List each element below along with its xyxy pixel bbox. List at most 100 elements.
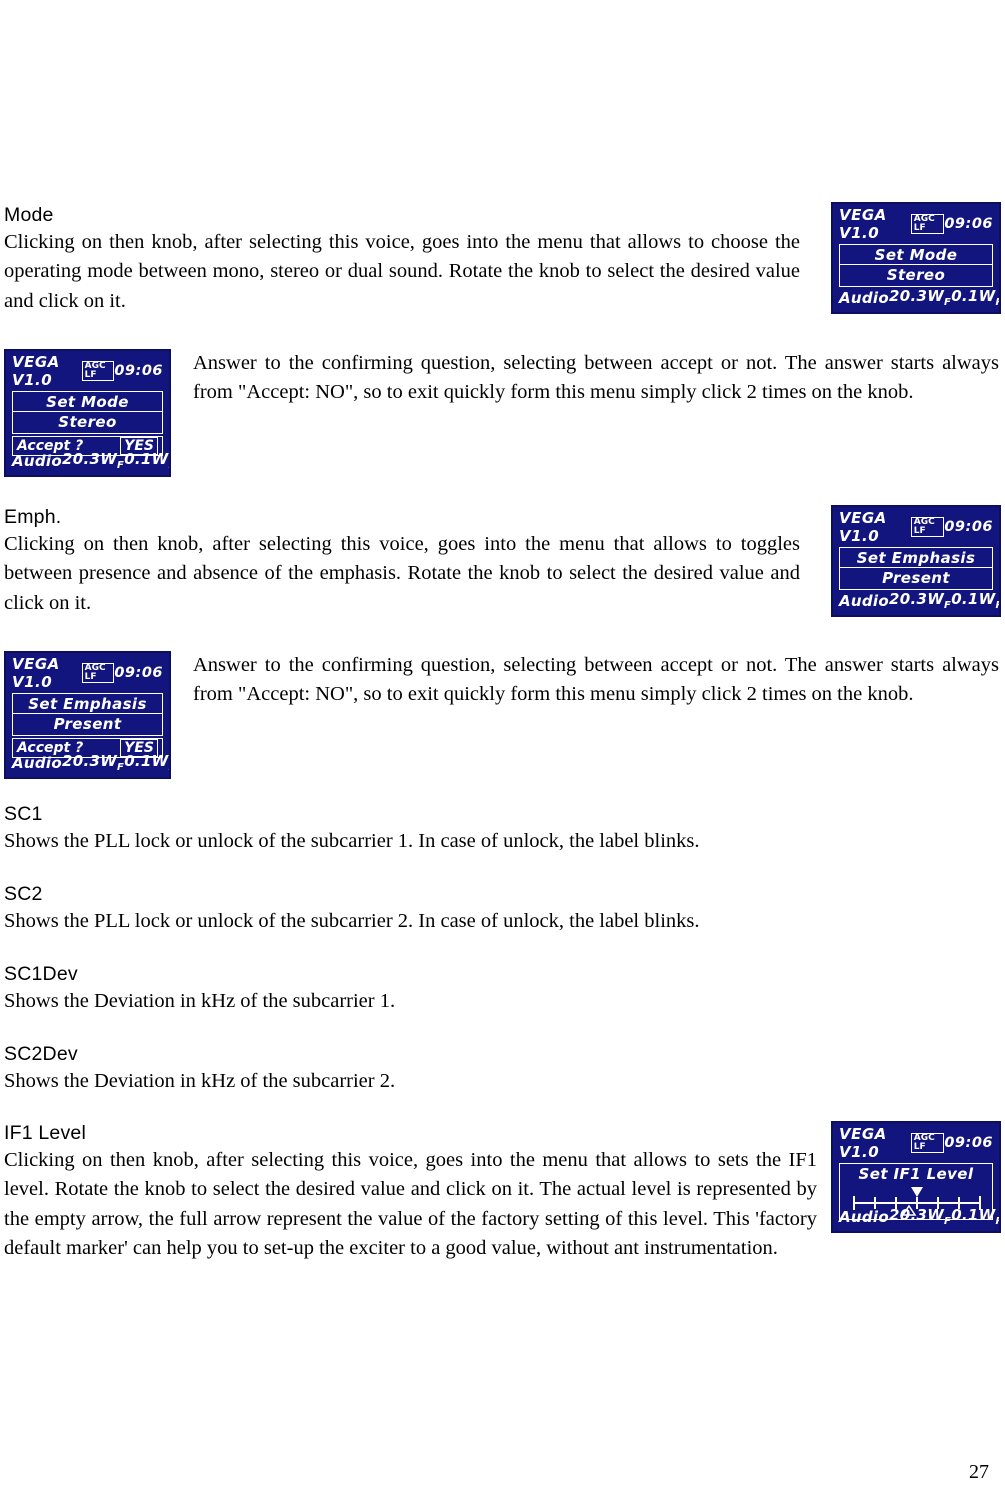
lcd-power-fwd-sub: F	[117, 460, 125, 471]
lcd-footer-bar: Audio 20.3WF 0.1WR	[833, 287, 999, 310]
lcd-brand: VEGA V1.0	[839, 1125, 887, 1161]
section-body-emphasis: Clicking on then knob, after selecting t…	[4, 533, 800, 614]
lcd-power-fwd-value: 20.3W	[888, 287, 945, 305]
section-sc1dev: SC1Dev Shows the Deviation in kHz of the…	[4, 962, 904, 1016]
agc-indicator: AGC LF	[910, 516, 945, 538]
lcd-power-fwd: 20.3WF	[889, 590, 951, 611]
lcd-menu-value: Stereo	[13, 411, 162, 433]
lcd-audio-label: Audio	[839, 288, 889, 307]
lcd-power-fwd-value: 20.3W	[61, 450, 118, 468]
section-heading-sc2dev: SC2Dev	[4, 1043, 78, 1065]
section-emphasis: Emph. Clicking on then knob, after selec…	[4, 505, 804, 618]
document-page: Mode Clicking on then knob, after select…	[0, 0, 1005, 1502]
lcd-power-fwd-sub: F	[944, 297, 952, 308]
agc-indicator: AGC LF	[81, 662, 115, 684]
section-body-if1-level: Clicking on then knob, after selecting t…	[4, 1149, 817, 1259]
lcd-display-set-mode-confirm: VEGA V1.0 AGC LF 09:06 Set Mode Stereo A…	[4, 349, 171, 477]
lcd-footer-bar: Audio 20.3WF 0.1WR	[6, 450, 169, 473]
lcd-power-fwd-sub: F	[944, 1216, 952, 1227]
lcd-display-set-if1-level: VEGA V1.0 AGC LF 09:06 Set IF1 Level Aud…	[831, 1121, 1001, 1233]
lcd-power-rfl-sub: R	[996, 1216, 999, 1227]
page-number: 27	[969, 1461, 989, 1483]
lcd-power-fwd: 20.3WF	[889, 1206, 951, 1227]
lcd-display-set-emphasis: VEGA V1.0 AGC LF 09:06 Set Emphasis Pres…	[831, 505, 1001, 617]
lcd-power-rfl: 0.1WR	[951, 287, 999, 308]
agc-indicator: AGC LF	[910, 1132, 945, 1154]
lcd-power-fwd-sub: F	[944, 600, 952, 611]
lcd-brand: VEGA V1.0	[839, 509, 887, 545]
lcd-status-bar: VEGA V1.0 AGC LF 09:06	[6, 351, 169, 389]
lcd-power-rfl-value: 0.1W	[951, 1206, 996, 1224]
section-body-mode: Clicking on then knob, after selecting t…	[4, 231, 800, 312]
lcd-power-rfl: 0.1WR	[124, 752, 170, 773]
lcd-menu-title: Set Mode	[46, 393, 129, 411]
lcd-menu-panel: Set Mode Stereo	[839, 244, 993, 287]
section-body-sc2dev: Shows the Deviation in kHz of the subcar…	[4, 1070, 396, 1093]
section-heading-sc1dev: SC1Dev	[4, 963, 78, 985]
lcd-status-bar: VEGA V1.0 AGC LF 09:06	[833, 1123, 999, 1161]
lcd-power-rfl-sub: R	[996, 297, 999, 308]
lcd-brand: VEGA V1.0	[12, 655, 60, 691]
lcd-audio-label: Audio	[12, 753, 62, 772]
lcd-audio-label: Audio	[839, 1207, 889, 1226]
lcd-display-set-emphasis-confirm: VEGA V1.0 AGC LF 09:06 Set Emphasis Pres…	[4, 651, 171, 779]
section-body-emphasis-confirm: Answer to the confirming question, selec…	[193, 654, 999, 706]
section-heading-mode: Mode	[4, 204, 54, 226]
section-sc1: SC1 Shows the PLL lock or unlock of the …	[4, 802, 904, 856]
lcd-status-bar: VEGA V1.0 AGC LF 09:06	[833, 204, 999, 242]
lcd-menu-panel: Set Mode Stereo	[12, 391, 163, 434]
lcd-footer-bar: Audio 20.3WF 0.1WR	[833, 1206, 999, 1229]
section-if1-level: IF1 Level Clicking on then knob, after s…	[4, 1121, 817, 1263]
section-sc2: SC2 Shows the PLL lock or unlock of the …	[4, 882, 904, 936]
lcd-menu-title: Set IF1 Level	[858, 1165, 974, 1183]
section-heading-emphasis: Emph.	[4, 506, 62, 528]
lcd-clock: 09:06	[944, 519, 993, 535]
lcd-menu-title: Set Emphasis	[856, 549, 976, 567]
lcd-clock: 09:06	[944, 216, 993, 232]
section-body-sc2: Shows the PLL lock or unlock of the subc…	[4, 910, 700, 933]
lcd-status-bar: VEGA V1.0 AGC LF 09:06	[6, 653, 169, 691]
lcd-power-rfl-value: 0.1W	[124, 450, 169, 468]
lcd-power-rfl: 0.1WR	[951, 1206, 999, 1227]
lcd-power-fwd-value: 20.3W	[61, 752, 118, 770]
lcd-power-rfl-sub: R	[996, 600, 999, 611]
section-heading-sc1: SC1	[4, 803, 43, 825]
lcd-audio-label: Audio	[839, 591, 889, 610]
section-body-sc1: Shows the PLL lock or unlock of the subc…	[4, 830, 700, 853]
lcd-brand: VEGA V1.0	[12, 353, 60, 389]
lcd-footer-bar: Audio 20.3WF 0.1WR	[6, 752, 169, 775]
lcd-power-fwd-value: 20.3W	[888, 1206, 945, 1224]
lcd-power-rfl-value: 0.1W	[124, 752, 169, 770]
lcd-power-fwd: 20.3WF	[889, 287, 951, 308]
lcd-power-rfl-value: 0.1W	[951, 287, 996, 305]
lcd-power-rfl: 0.1WR	[124, 450, 170, 471]
lcd-status-bar: VEGA V1.0 AGC LF 09:06	[833, 507, 999, 545]
section-sc2dev: SC2Dev Shows the Deviation in kHz of the…	[4, 1042, 904, 1096]
lcd-menu-title: Set Mode	[874, 246, 958, 264]
lcd-power-rfl: 0.1WR	[951, 590, 999, 611]
lcd-clock: 09:06	[944, 1135, 993, 1151]
lcd-power-fwd: 20.3WF	[62, 450, 124, 471]
lcd-audio-label: Audio	[12, 451, 62, 470]
section-body-sc1dev: Shows the Deviation in kHz of the subcar…	[4, 990, 396, 1013]
section-mode-confirm: Answer to the confirming question, selec…	[193, 349, 1001, 407]
section-body-mode-confirm: Answer to the confirming question, selec…	[193, 352, 999, 404]
section-heading-if1-level: IF1 Level	[4, 1122, 87, 1144]
lcd-menu-value: Present	[13, 713, 162, 735]
section-mode: Mode Clicking on then knob, after select…	[4, 203, 804, 316]
lcd-power-rfl-value: 0.1W	[951, 590, 996, 608]
lcd-power-rfl-sub: R	[169, 762, 170, 773]
lcd-power-fwd: 20.3WF	[62, 752, 124, 773]
lcd-clock: 09:06	[114, 363, 163, 379]
lcd-menu-value: Present	[840, 567, 992, 589]
section-heading-sc2: SC2	[4, 883, 43, 905]
lcd-power-rfl-sub: R	[169, 460, 170, 471]
lcd-menu-title: Set Emphasis	[28, 695, 147, 713]
lcd-clock: 09:06	[114, 665, 163, 681]
section-emphasis-confirm: Answer to the confirming question, selec…	[193, 651, 1001, 709]
lcd-menu-panel: Set Emphasis Present	[12, 693, 163, 736]
lcd-brand: VEGA V1.0	[839, 206, 887, 242]
lcd-power-fwd-value: 20.3W	[888, 590, 945, 608]
agc-indicator: AGC LF	[81, 360, 115, 382]
lcd-menu-value: Stereo	[840, 264, 992, 286]
